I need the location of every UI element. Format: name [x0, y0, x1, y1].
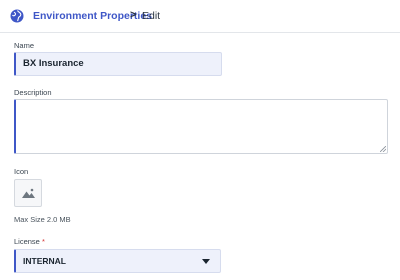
- license-label-text: License: [14, 237, 40, 246]
- caret-down-icon: [202, 259, 210, 264]
- breadcrumb-current: Edit: [142, 10, 161, 22]
- description-label: Description: [14, 88, 52, 97]
- header-bar: Environment Properties > Edit: [0, 0, 400, 33]
- description-textarea[interactable]: [14, 99, 388, 154]
- globe-icon: [10, 9, 24, 23]
- license-select[interactable]: INTERNAL: [14, 249, 221, 273]
- edit-environment-page: Environment Properties > Edit Name BX In…: [0, 0, 400, 280]
- max-size-hint: Max Size 2.0 MB: [14, 215, 71, 224]
- name-label: Name: [14, 41, 35, 50]
- resize-grip-icon[interactable]: [380, 146, 386, 152]
- license-value: INTERNAL: [23, 256, 66, 266]
- icon-upload-button[interactable]: [14, 179, 42, 207]
- license-label: License *: [14, 237, 45, 246]
- image-icon: [22, 188, 35, 198]
- icon-label: Icon: [14, 167, 29, 176]
- required-marker: *: [41, 237, 45, 246]
- name-input[interactable]: BX Insurance: [14, 52, 222, 76]
- breadcrumb-separator: >: [130, 9, 137, 21]
